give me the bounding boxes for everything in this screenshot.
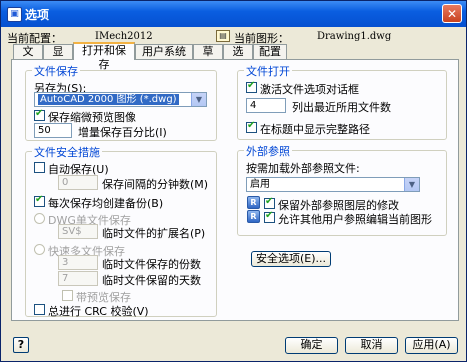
tab-files[interactable]: 文件 — [13, 44, 43, 72]
backup-checkbox[interactable] — [34, 194, 45, 207]
tab-user-preferences[interactable]: 用户系统配置 — [135, 44, 193, 72]
file-safety-title: 文件安全措施 — [32, 144, 102, 160]
title-bar[interactable]: ▣ 选项 ✕ — [1, 1, 466, 27]
options-dialog: ▣ 选项 ✕ 当前配置： IMech2012 ▤ 当前图形： Drawing1.… — [0, 0, 467, 362]
temp-days-input[interactable]: 7 — [58, 271, 98, 286]
tab-selection[interactable]: 选择 — [223, 44, 253, 72]
demand-load-value: 启用 — [250, 179, 270, 190]
recent-files-input[interactable]: 4 — [246, 98, 286, 113]
preview-save-checkbox[interactable] — [62, 290, 73, 301]
demand-load-label: 按需加载外部参照文件: — [246, 162, 360, 175]
crc-label: 总进行 CRC 校验(V) — [48, 305, 149, 318]
temp-days-label: 临时文件保留的天数 — [102, 274, 201, 287]
allow-edit-checkbox[interactable] — [264, 210, 275, 223]
temp-ext-label: 临时文件的扩展名(P) — [102, 227, 206, 240]
autosave-minutes-label: 保存间隔的分钟数(M) — [102, 178, 209, 191]
profile-value: IMech2012 — [95, 31, 153, 42]
quick-multi-radio[interactable] — [34, 244, 45, 255]
full-path-label: 在标题中显示完整路径 — [260, 123, 370, 136]
recent-files-label: 列出最近所用文件数 — [292, 101, 391, 114]
full-path-checkbox[interactable] — [246, 120, 257, 133]
save-as-select[interactable]: AutoCAD 2000 图形 (*.dwg) ▼ — [34, 92, 207, 107]
retain-changes-checkbox[interactable] — [264, 196, 275, 209]
incremental-save-label: 增量保存百分比(I) — [78, 126, 167, 139]
security-options-button[interactable]: 安全选项(E)... — [251, 251, 331, 267]
activate-dialog-checkbox[interactable] — [246, 80, 257, 93]
dwg-single-radio[interactable] — [34, 213, 45, 224]
file-save-title: 文件保存 — [32, 63, 80, 79]
tab-profiles[interactable]: 配置 — [253, 44, 287, 59]
temp-copies-label: 临时文件保存的份数 — [102, 258, 201, 271]
drawing-file-icon: ▤ — [216, 30, 230, 42]
file-open-title: 文件打开 — [244, 63, 292, 79]
temp-copies-input[interactable]: 3 — [58, 255, 98, 270]
drawing-value: Drawing1.dwg — [317, 31, 392, 42]
apply-button[interactable]: 应用(A) — [405, 337, 458, 354]
temp-ext-input[interactable]: SV$ — [58, 224, 98, 239]
chevron-down-icon[interactable]: ▼ — [404, 178, 419, 191]
chevron-down-icon[interactable]: ▼ — [191, 93, 206, 106]
close-button[interactable]: ✕ — [442, 4, 462, 23]
xref-title: 外部参照 — [244, 143, 292, 159]
window-title: 选项 — [25, 8, 50, 22]
xref-file-icon: R — [247, 196, 260, 209]
ok-button[interactable]: 确定 — [285, 337, 338, 354]
backup-label: 每次保存均创建备份(B) — [48, 197, 164, 210]
autosave-minutes-input[interactable]: 0 — [58, 175, 98, 190]
crc-checkbox[interactable] — [34, 304, 45, 315]
tab-display[interactable]: 显示 — [43, 44, 73, 72]
tab-open-save[interactable]: 打开和保存 — [73, 42, 135, 71]
demand-load-select[interactable]: 启用 ▼ — [246, 177, 420, 192]
save-thumbnail-checkbox[interactable] — [34, 108, 45, 121]
app-icon: ▣ — [7, 7, 22, 22]
incremental-save-input[interactable]: 50 — [34, 123, 72, 138]
activate-dialog-label: 激活文件选项对话框 — [260, 83, 359, 96]
save-as-value: AutoCAD 2000 图形 (*.dwg) — [38, 94, 179, 105]
allow-edit-label: 允许其他用户参照编辑当前图形 — [278, 213, 432, 226]
help-button[interactable]: ? — [13, 337, 29, 353]
xref-file-icon: R — [247, 210, 260, 223]
autosave-checkbox[interactable] — [34, 162, 45, 173]
cancel-button[interactable]: 取消 — [345, 337, 398, 354]
tab-drafting[interactable]: 草图 — [193, 44, 223, 72]
